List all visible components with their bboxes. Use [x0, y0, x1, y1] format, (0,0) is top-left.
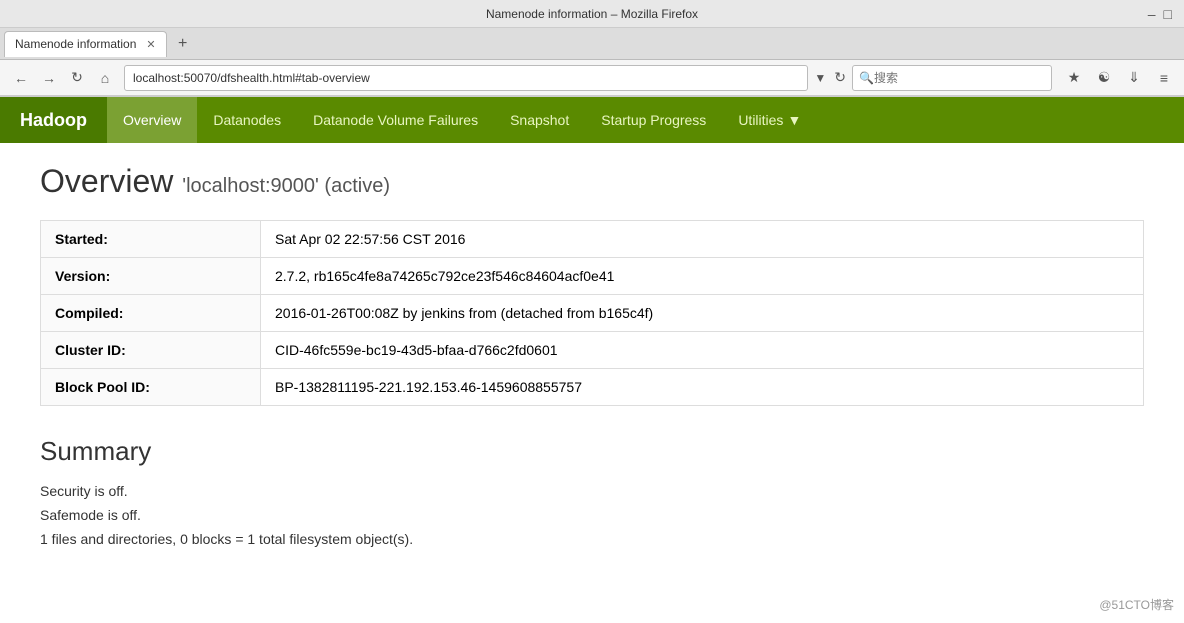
- search-box[interactable]: 🔍: [852, 65, 1052, 91]
- title-bar: Namenode information – Mozilla Firefox –…: [0, 0, 1184, 28]
- nav-item-startup-progress[interactable]: Startup Progress: [585, 97, 722, 143]
- menu-icon[interactable]: ≡: [1152, 66, 1176, 90]
- table-row: Block Pool ID: BP-1382811195-221.192.153…: [41, 369, 1144, 406]
- table-value: BP-1382811195-221.192.153.46-14596088557…: [261, 369, 1144, 406]
- window-title: Namenode information – Mozilla Firefox: [486, 7, 698, 21]
- url-input[interactable]: [124, 65, 808, 91]
- hadoop-nav: Hadoop Overview Datanodes Datanode Volum…: [0, 97, 1184, 143]
- search-input[interactable]: [874, 71, 1045, 85]
- table-value: Sat Apr 02 22:57:56 CST 2016: [261, 221, 1144, 258]
- download-icon[interactable]: ⇓: [1122, 66, 1146, 90]
- minimize-button[interactable]: –: [1148, 6, 1156, 22]
- nav-item-snapshot[interactable]: Snapshot: [494, 97, 585, 143]
- info-table: Started: Sat Apr 02 22:57:56 CST 2016 Ve…: [40, 220, 1144, 406]
- toolbar-icons: ★ ☯ ⇓ ≡: [1062, 66, 1176, 90]
- table-row: Version: 2.7.2, rb165c4fe8a74265c792ce23…: [41, 258, 1144, 295]
- tab-label: Namenode information: [15, 37, 136, 51]
- nav-items: Overview Datanodes Datanode Volume Failu…: [107, 97, 817, 143]
- back-button[interactable]: ←: [8, 65, 34, 91]
- reload-icon[interactable]: ↻: [834, 69, 846, 86]
- new-tab-button[interactable]: +: [171, 32, 195, 56]
- home-button[interactable]: ⌂: [92, 65, 118, 91]
- table-label: Version:: [41, 258, 261, 295]
- nav-item-datanode-volume-failures[interactable]: Datanode Volume Failures: [297, 97, 494, 143]
- browser-tab[interactable]: Namenode information ✕: [4, 31, 167, 57]
- table-label: Block Pool ID:: [41, 369, 261, 406]
- hadoop-logo: Hadoop: [0, 97, 107, 143]
- tab-bar: Namenode information ✕ +: [0, 28, 1184, 60]
- maximize-button[interactable]: □: [1164, 6, 1172, 22]
- summary-title: Summary: [40, 436, 1144, 467]
- table-label: Cluster ID:: [41, 332, 261, 369]
- utilities-dropdown-icon: ▼: [787, 112, 801, 128]
- address-bar: ← → ↻ ⌂ ▼ ↻ 🔍 ★ ☯ ⇓ ≡: [0, 60, 1184, 96]
- nav-buttons: ← → ↻ ⌂: [8, 65, 118, 91]
- nav-item-overview[interactable]: Overview: [107, 97, 197, 143]
- table-label: Compiled:: [41, 295, 261, 332]
- table-label: Started:: [41, 221, 261, 258]
- main-content: Overview 'localhost:9000' (active) Start…: [0, 143, 1184, 575]
- watermark: @51CTO博客: [1099, 596, 1174, 613]
- nav-item-utilities[interactable]: Utilities ▼: [722, 97, 817, 143]
- tab-close-button[interactable]: ✕: [146, 38, 155, 51]
- search-icon: 🔍: [859, 71, 874, 85]
- table-value: 2.7.2, rb165c4fe8a74265c792ce23f546c8460…: [261, 258, 1144, 295]
- forward-button[interactable]: →: [36, 65, 62, 91]
- page-subtitle: 'localhost:9000' (active): [182, 175, 390, 197]
- utilities-label: Utilities: [738, 112, 783, 128]
- page-title: Overview 'localhost:9000' (active): [40, 163, 1144, 200]
- summary-line-3: 1 files and directories, 0 blocks = 1 to…: [40, 531, 1144, 547]
- bookmark-icon[interactable]: ★: [1062, 66, 1086, 90]
- table-row: Compiled: 2016-01-26T00:08Z by jenkins f…: [41, 295, 1144, 332]
- table-row: Cluster ID: CID-46fc559e-bc19-43d5-bfaa-…: [41, 332, 1144, 369]
- sync-icon[interactable]: ☯: [1092, 66, 1116, 90]
- window-controls[interactable]: – □: [1148, 6, 1172, 22]
- refresh-button[interactable]: ↻: [64, 65, 90, 91]
- table-value: 2016-01-26T00:08Z by jenkins from (detac…: [261, 295, 1144, 332]
- summary-line-2: Safemode is off.: [40, 507, 1144, 523]
- url-dropdown-icon[interactable]: ▼: [814, 71, 826, 85]
- nav-item-datanodes[interactable]: Datanodes: [197, 97, 297, 143]
- table-row: Started: Sat Apr 02 22:57:56 CST 2016: [41, 221, 1144, 258]
- table-value: CID-46fc559e-bc19-43d5-bfaa-d766c2fd0601: [261, 332, 1144, 369]
- summary-line-1: Security is off.: [40, 483, 1144, 499]
